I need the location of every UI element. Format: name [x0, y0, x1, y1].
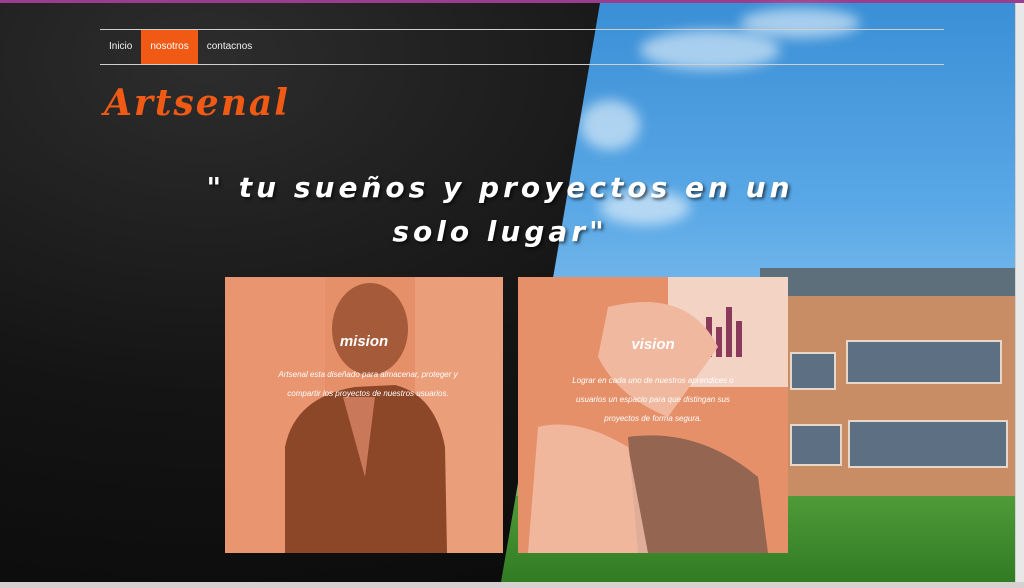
- nav-item-contacnos[interactable]: contacnos: [198, 30, 262, 64]
- mision-text: Artsenal esta diseñado para almacenar, p…: [278, 370, 458, 398]
- nav-bottom-rule: [100, 64, 944, 65]
- cloud-shape: [580, 100, 640, 150]
- vision-title: vision: [631, 336, 675, 353]
- mision-title: mision: [339, 333, 389, 350]
- building-roof: [760, 268, 1024, 298]
- main-nav: Inicio nosotros contacnos: [100, 30, 261, 64]
- building-window: [790, 352, 836, 390]
- brand-logo[interactable]: Artsenal: [104, 82, 290, 124]
- building-window: [790, 424, 842, 466]
- scrollbar[interactable]: [1015, 3, 1024, 588]
- nav-item-inicio[interactable]: Inicio: [100, 30, 141, 64]
- nav-item-nosotros[interactable]: nosotros: [141, 30, 198, 64]
- cloud-shape: [740, 8, 860, 38]
- slogan-line: " tu sueños y proyectos en un: [206, 171, 794, 204]
- hero-slogan: " tu sueños y proyectos en un solo lugar…: [200, 166, 800, 254]
- person-photo: [225, 277, 503, 553]
- vision-card: vision Lograr en cada uno de nuestros ap…: [518, 277, 788, 553]
- vision-text: Lograr en cada uno de nuestros aprendice…: [572, 376, 734, 423]
- slogan-line: solo lugar": [392, 215, 608, 248]
- building-window: [848, 420, 1008, 468]
- mision-card: mision Artsenal esta diseñado para almac…: [225, 277, 503, 553]
- browser-bottom-bar: [0, 582, 1024, 588]
- building-window: [846, 340, 1002, 384]
